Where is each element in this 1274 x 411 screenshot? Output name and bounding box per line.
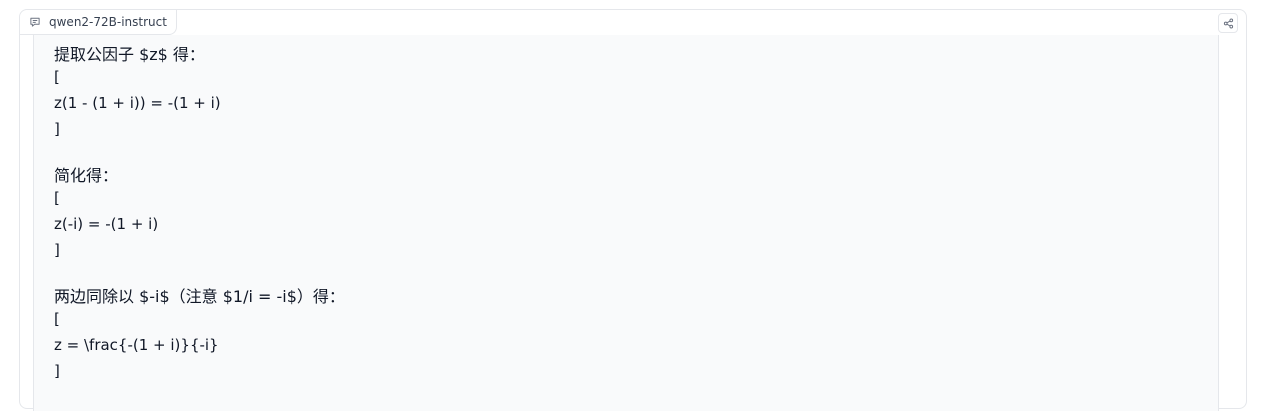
bracket-close: ] [54, 362, 60, 380]
model-tab[interactable]: qwen2-72B-instruct [20, 10, 177, 35]
message-content: 提取公因子 $z$ 得： [ z(1 - (1 + i)) = -(1 + i)… [33, 35, 1219, 411]
chat-bubble-icon [30, 17, 40, 27]
bracket-open: [ [54, 68, 60, 86]
text-line: 两边同除以 $-i$（注意 $1/i = -i$）得： [54, 287, 345, 306]
equation-line: z(-i) = -(1 + i) [54, 215, 159, 233]
message-panel: qwen2-72B-instruct 提取公因子 $z$ 得： [ z(1 - … [19, 9, 1247, 411]
text-line: 简化得： [54, 166, 119, 185]
text-line: 提取公因子 $z$ 得： [54, 45, 205, 64]
bracket-close: ] [54, 120, 60, 138]
bracket-open: [ [54, 310, 60, 328]
equation-line: z(1 - (1 + i)) = -(1 + i) [54, 94, 221, 112]
share-button[interactable] [1218, 13, 1238, 33]
share-icon [1223, 18, 1233, 28]
bracket-open: [ [54, 189, 60, 207]
model-name: qwen2-72B-instruct [49, 15, 167, 29]
bracket-close: ] [54, 241, 60, 259]
equation-line: z = \frac{-(1 + i)}{-i} [54, 336, 219, 354]
